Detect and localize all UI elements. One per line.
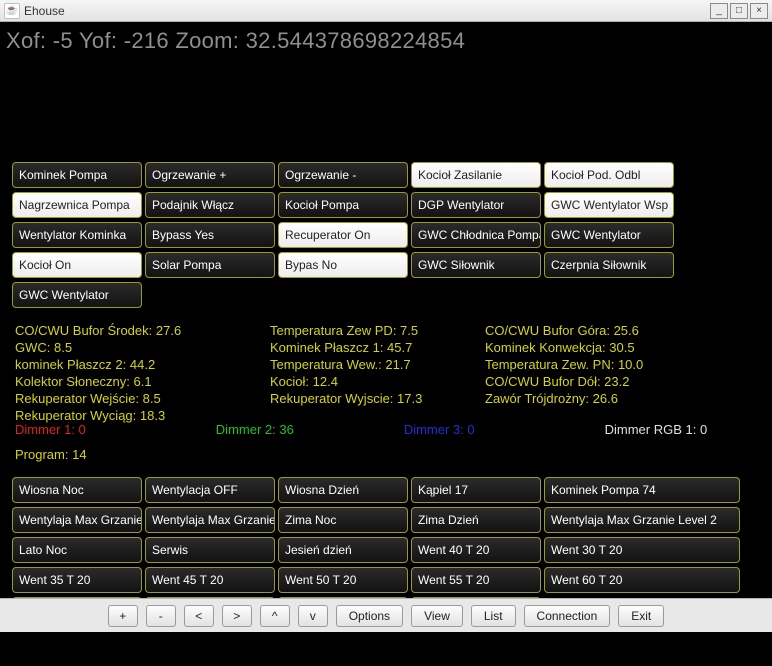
sensor-reading: CO/CWU Bufor Góra: 25.6: [485, 322, 643, 339]
close-button[interactable]: ×: [750, 3, 768, 19]
preset-button[interactable]: Kąpiel 17: [411, 477, 541, 503]
zoom-out-button[interactable]: -: [146, 605, 176, 627]
program-line: Program: 14: [15, 447, 87, 462]
list-button[interactable]: List: [471, 605, 516, 627]
app-body: Xof: -5 Yof: -216 Zoom: 32.5443786982248…: [0, 22, 772, 632]
controls-grid: Kominek PompaOgrzewanie +Ogrzewanie -Koc…: [12, 162, 674, 308]
sensor-reading: Temperatura Zew PD: 7.5: [270, 322, 485, 339]
dimmer-3: Dimmer 3: 0: [404, 422, 475, 437]
control-button[interactable]: Czerpnia Siłownik: [544, 252, 674, 278]
preset-button[interactable]: Jesień dzień: [278, 537, 408, 563]
preset-button[interactable]: Went 35 T 20: [12, 567, 142, 593]
dimmer-readings: Dimmer 1: 0 Dimmer 2: 36 Dimmer 3: 0 Dim…: [15, 422, 762, 437]
sensor-reading: CO/CWU Bufor Środek: 27.6: [15, 322, 270, 339]
control-button[interactable]: GWC Chłodnica Pompa: [411, 222, 541, 248]
status-line: Xof: -5 Yof: -216 Zoom: 32.5443786982248…: [6, 28, 465, 54]
control-button[interactable]: GWC Wentylator: [544, 222, 674, 248]
control-button[interactable]: GWC Wentylator: [12, 282, 142, 308]
control-button[interactable]: Kocioł On: [12, 252, 142, 278]
dimmer-1: Dimmer 1: 0: [15, 422, 86, 437]
preset-button[interactable]: Wiosna Dzień: [278, 477, 408, 503]
preset-button[interactable]: Wentylacja OFF: [145, 477, 275, 503]
control-button[interactable]: Kocioł Zasilanie: [411, 162, 541, 188]
sensor-reading: Rekuperator Wyjscie: 17.3: [270, 390, 485, 407]
pan-up-button[interactable]: ^: [260, 605, 290, 627]
preset-button[interactable]: Zima Dzień: [411, 507, 541, 533]
preset-button[interactable]: Wentylaja Max Grzanie Level 2: [544, 507, 740, 533]
preset-button[interactable]: Wentylaja Max Grzanie: [12, 507, 142, 533]
control-button[interactable]: Ogrzewanie +: [145, 162, 275, 188]
window-titlebar: ☕ Ehouse _ □ ×: [0, 0, 772, 22]
preset-button[interactable]: Kominek Pompa 74: [544, 477, 740, 503]
pan-left-button[interactable]: <: [184, 605, 214, 627]
minimize-button[interactable]: _: [710, 3, 728, 19]
options-button[interactable]: Options: [336, 605, 403, 627]
bottom-toolbar: + - < > ^ v Options View List Connection…: [0, 598, 772, 632]
sensor-reading: CO/CWU Bufor Dół: 23.2: [485, 373, 643, 390]
control-button[interactable]: GWC Siłownik: [411, 252, 541, 278]
control-button[interactable]: Podajnik Włącz: [145, 192, 275, 218]
control-button[interactable]: DGP Wentylator: [411, 192, 541, 218]
control-button[interactable]: Nagrzewnica Pompa: [12, 192, 142, 218]
control-button[interactable]: Kominek Pompa: [12, 162, 142, 188]
view-button[interactable]: View: [411, 605, 463, 627]
preset-button[interactable]: Wiosna Noc: [12, 477, 142, 503]
preset-button[interactable]: Wentylaja Max Grzanie L: [145, 507, 275, 533]
zoom-in-button[interactable]: +: [108, 605, 138, 627]
preset-button[interactable]: Went 45 T 20: [145, 567, 275, 593]
sensor-reading: Kolektor Słoneczny: 6.1: [15, 373, 270, 390]
java-icon: ☕: [4, 3, 20, 19]
control-button[interactable]: Bypas No: [278, 252, 408, 278]
sensor-reading: Temperatura Wew.: 21.7: [270, 356, 485, 373]
sensor-reading: Temperatura Zew. PN: 10.0: [485, 356, 643, 373]
sensor-reading: kominek Płaszcz 2: 44.2: [15, 356, 270, 373]
pan-down-button[interactable]: v: [298, 605, 328, 627]
sensor-readings: CO/CWU Bufor Środek: 27.6GWC: 8.5kominek…: [15, 322, 757, 424]
control-button[interactable]: Recuperator On: [278, 222, 408, 248]
connection-button[interactable]: Connection: [524, 605, 611, 627]
control-button[interactable]: Wentylator Kominka: [12, 222, 142, 248]
window-title: Ehouse: [24, 4, 65, 18]
exit-button[interactable]: Exit: [618, 605, 664, 627]
control-button[interactable]: Kocioł Pod. Odbl: [544, 162, 674, 188]
preset-button[interactable]: Went 30 T 20: [544, 537, 740, 563]
preset-button[interactable]: Lato Noc: [12, 537, 142, 563]
sensor-reading: Rekuperator Wejście: 8.5: [15, 390, 270, 407]
preset-button[interactable]: Went 40 T 20: [411, 537, 541, 563]
control-button[interactable]: Solar Pompa: [145, 252, 275, 278]
sensor-reading: Kominek Konwekcja: 30.5: [485, 339, 643, 356]
preset-button[interactable]: Serwis: [145, 537, 275, 563]
sensor-reading: Kominek Płaszcz 1: 45.7: [270, 339, 485, 356]
control-button[interactable]: GWC Wentylator Wsp: [544, 192, 674, 218]
dimmer-rgb-1: Dimmer RGB 1: 0: [605, 422, 708, 437]
control-button[interactable]: Ogrzewanie -: [278, 162, 408, 188]
preset-button[interactable]: Went 60 T 20: [544, 567, 740, 593]
sensor-reading: GWC: 8.5: [15, 339, 270, 356]
sensor-reading: Kocioł: 12.4: [270, 373, 485, 390]
dimmer-2: Dimmer 2: 36: [216, 422, 294, 437]
preset-button[interactable]: Zima Noc: [278, 507, 408, 533]
sensor-reading: Zawór Trójdrożny: 26.6: [485, 390, 643, 407]
control-button[interactable]: Kocioł Pompa: [278, 192, 408, 218]
maximize-button[interactable]: □: [730, 3, 748, 19]
pan-right-button[interactable]: >: [222, 605, 252, 627]
preset-button[interactable]: Went 50 T 20: [278, 567, 408, 593]
control-button[interactable]: Bypass Yes: [145, 222, 275, 248]
preset-button[interactable]: Went 55 T 20: [411, 567, 541, 593]
